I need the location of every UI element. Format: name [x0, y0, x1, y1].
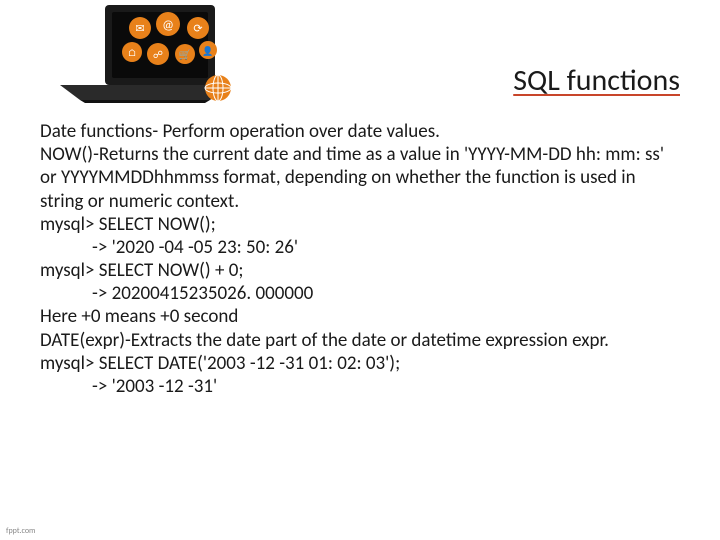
svg-text:✉: ✉ — [135, 22, 144, 35]
svg-text:☍: ☍ — [153, 48, 163, 61]
line-now-plus-select: mysql> SELECT NOW() + 0; — [40, 259, 680, 282]
footer-credit: fppt.com — [6, 526, 35, 536]
laptop-icon: ✉ @ ⟳ ⌂ ☍ 🛒 👤 — [50, 0, 240, 105]
svg-text:👤: 👤 — [202, 45, 213, 57]
line-date-result: -> '2003 -12 -31' — [40, 375, 680, 398]
svg-text:⌂: ⌂ — [128, 46, 137, 59]
svg-text:@: @ — [162, 18, 174, 33]
header: ✉ @ ⟳ ⌂ ☍ 🛒 👤 SQL functions — [0, 0, 720, 110]
svg-text:🛒: 🛒 — [179, 48, 191, 61]
line-now-desc: NOW()-Returns the current date and time … — [40, 143, 680, 213]
svg-text:⟳: ⟳ — [193, 22, 202, 35]
body-text: Date functions- Perform operation over d… — [40, 120, 680, 398]
line-now-plus-result: -> 20200415235026. 000000 — [40, 282, 680, 305]
page-title: SQL functions — [513, 62, 680, 99]
line-plus-zero-note: Here +0 means +0 second — [40, 305, 680, 328]
line-date-intro: Date functions- Perform operation over d… — [40, 120, 680, 143]
line-date-desc: DATE(expr)-Extracts the date part of the… — [40, 329, 680, 352]
line-date-select: mysql> SELECT DATE('2003 -12 -31 01: 02:… — [40, 352, 680, 375]
line-now-result: -> '2020 -04 -05 23: 50: 26' — [40, 236, 680, 259]
line-now-select: mysql> SELECT NOW(); — [40, 213, 680, 236]
